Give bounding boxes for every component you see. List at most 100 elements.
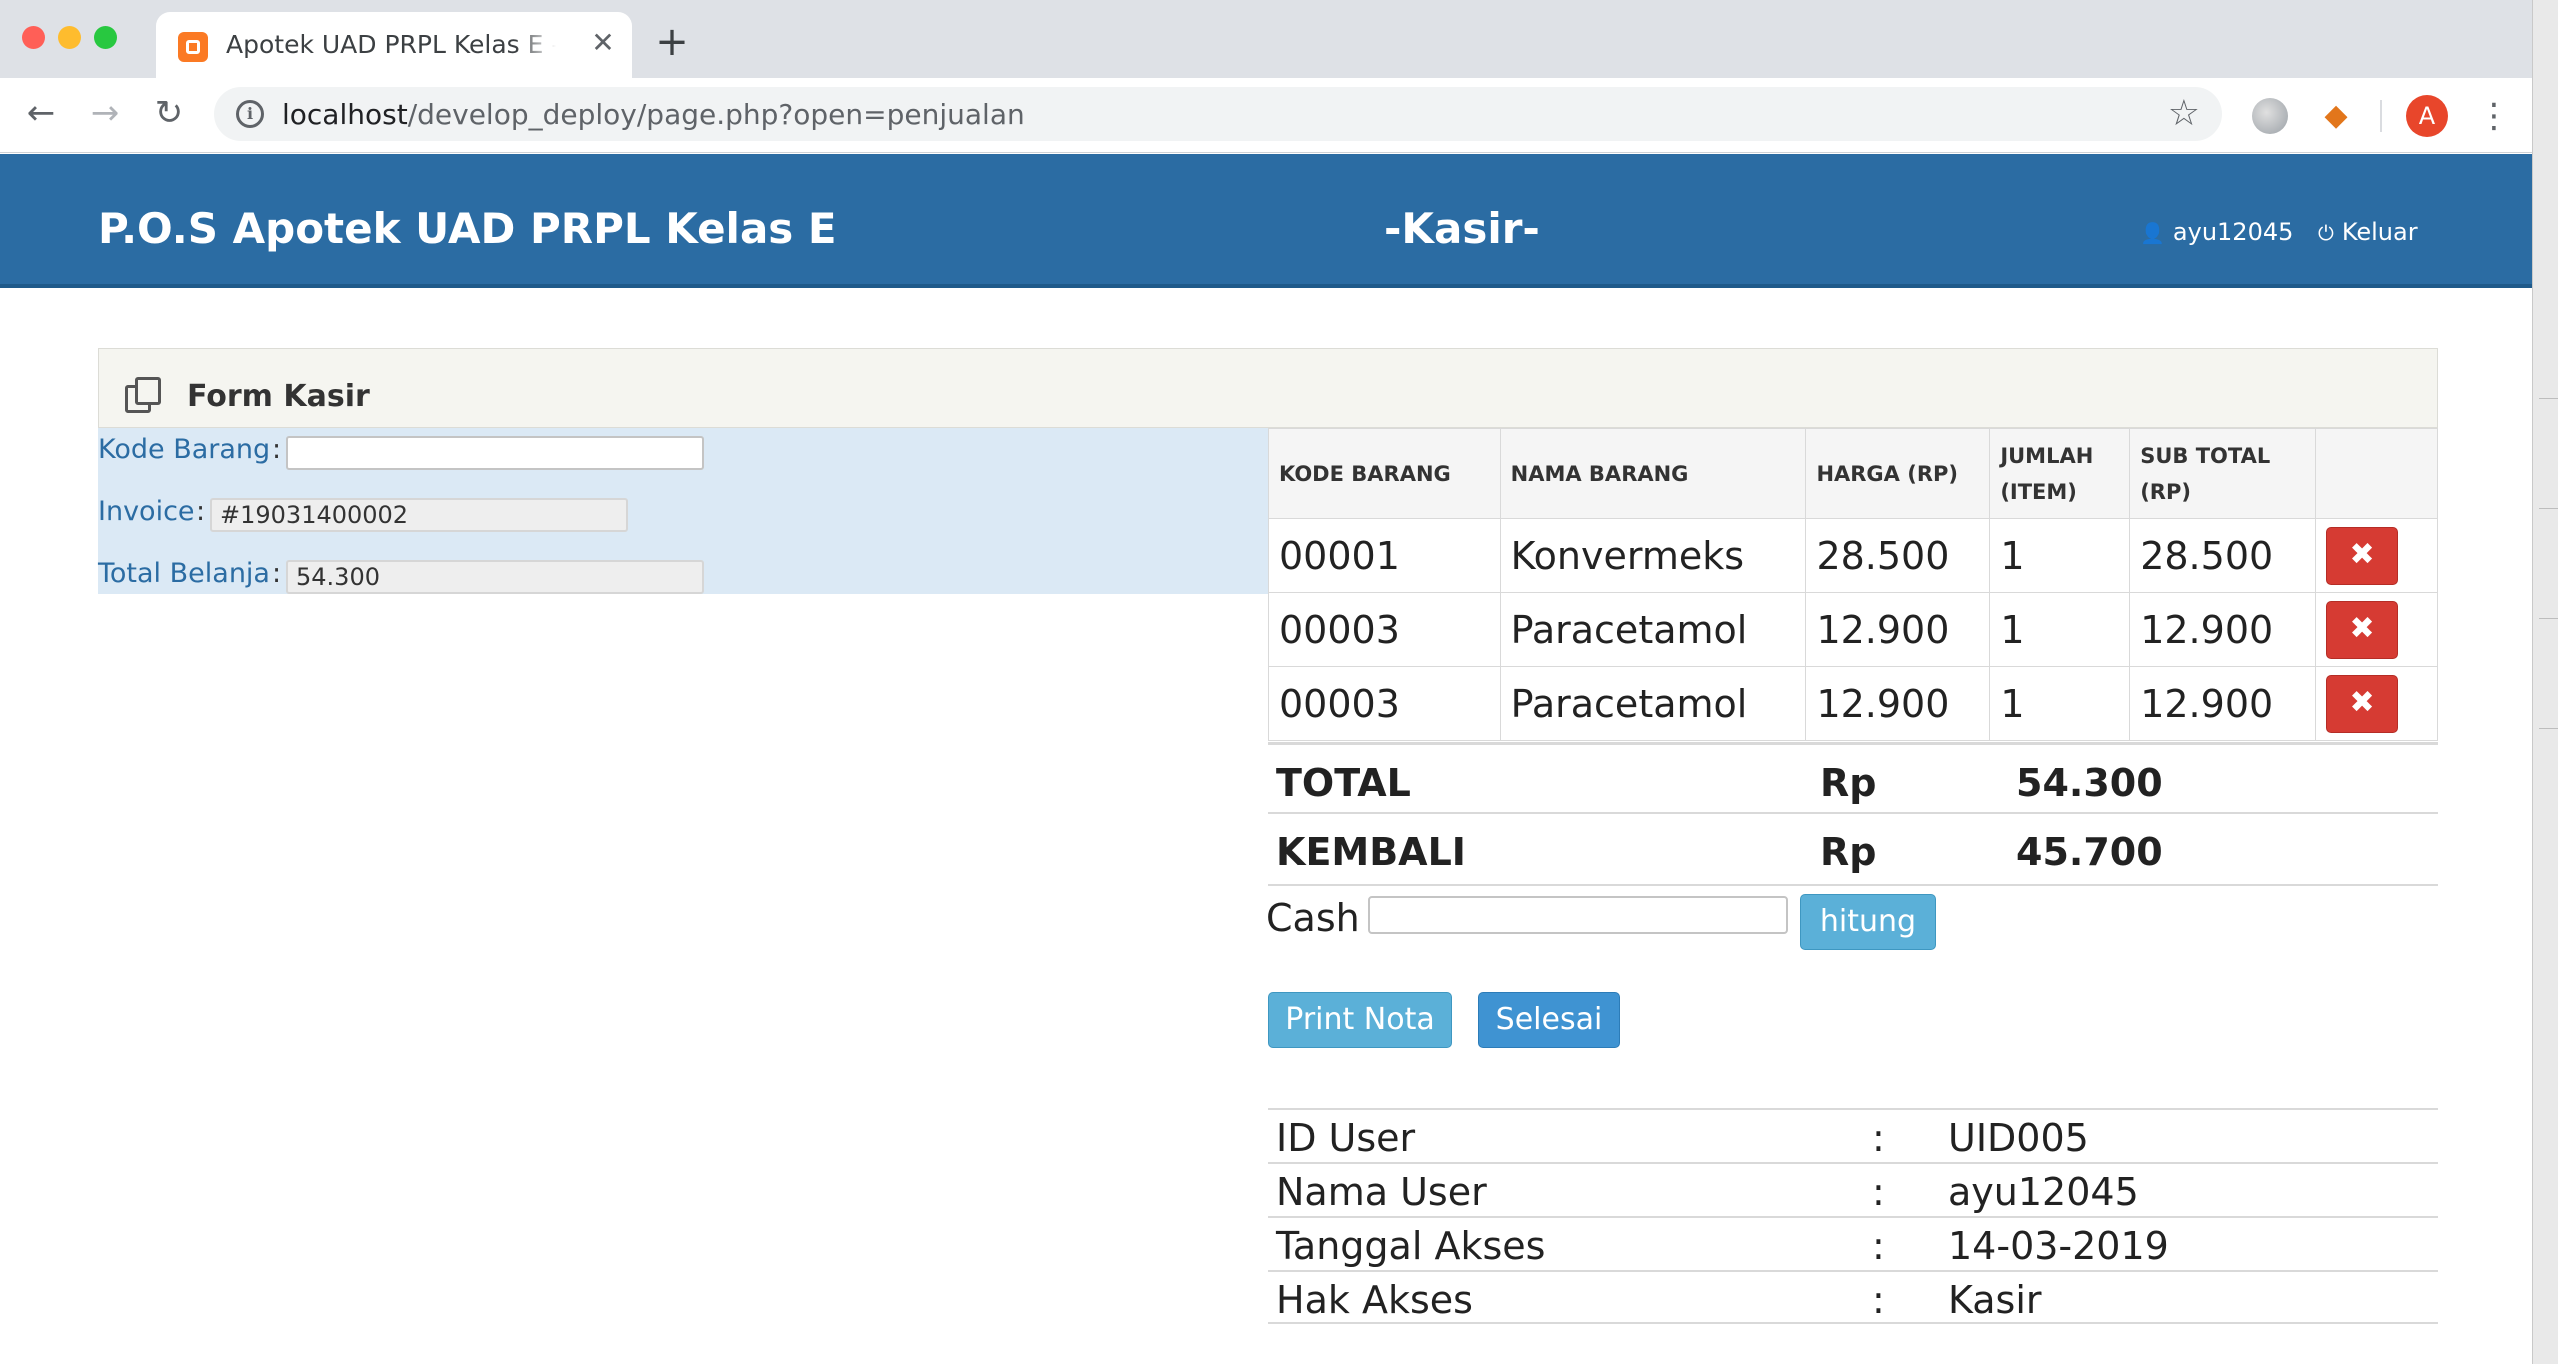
selesai-button[interactable]: Selesai [1478, 992, 1620, 1048]
globe-extension-icon[interactable] [2252, 98, 2288, 134]
info-key: Hak Akses [1276, 1278, 1473, 1322]
desktop-background-strip [2532, 0, 2558, 1364]
profile-avatar[interactable]: A [2406, 95, 2448, 137]
cell-kode: 00001 [1268, 518, 1501, 593]
bookmark-star-icon[interactable]: ☆ [2168, 93, 2200, 134]
toolbar-divider [2380, 100, 2382, 132]
total-belanja-field[interactable] [286, 560, 704, 594]
cashier-form: Kode Barang : Invoice : Total Belanja : [98, 428, 1268, 594]
browser-menu-icon[interactable]: ⋮ [2474, 92, 2514, 140]
column-header-harga: HARGA (RP) [1805, 428, 1991, 519]
cash-input[interactable] [1368, 896, 1788, 934]
kode-barang-label: Kode Barang [98, 434, 271, 465]
total-belanja-label: Total Belanja [98, 558, 270, 589]
table-row: 00003 Paracetamol 12.900 1 12.900 ✖ [1268, 592, 2438, 667]
invoice-field[interactable] [210, 498, 628, 532]
cell-subtotal: 12.900 [2129, 666, 2317, 741]
tab-strip: Apotek UAD PRPL Kelas E - POS ✕ + [0, 0, 2532, 78]
column-header-nama: NAMA BARANG [1499, 428, 1807, 519]
tab-close-icon[interactable]: ✕ [586, 26, 620, 60]
cell-action: ✖ [2315, 666, 2438, 741]
kembali-currency: Rp [1820, 830, 1877, 874]
panel-heading: Form Kasir [98, 348, 2438, 428]
total-currency: Rp [1820, 761, 1877, 805]
maximize-window-button[interactable] [94, 26, 117, 49]
close-window-button[interactable] [22, 26, 45, 49]
username-label: ayu12045 [2172, 218, 2294, 246]
items-table: KODE BARANG NAMA BARANG HARGA (RP) JUMLA… [1268, 428, 2438, 741]
cell-nama: Paracetamol [1499, 666, 1807, 741]
back-arrow-icon[interactable]: ← [18, 90, 64, 136]
new-tab-button[interactable]: + [652, 22, 692, 62]
user-icon: 👤 [2140, 221, 2165, 245]
browser-toolbar: ← → ↻ i localhost/develop_deploy/page.ph… [0, 78, 2532, 153]
info-key: Tanggal Akses [1276, 1224, 1546, 1268]
site-info-icon[interactable]: i [236, 100, 264, 128]
tab-title: Apotek UAD PRPL Kelas E - POS [226, 30, 556, 59]
total-value: 54.300 [2016, 761, 2163, 805]
info-colon: : [1872, 1116, 1885, 1160]
url-host: localhost [282, 98, 408, 131]
kode-barang-input[interactable] [286, 436, 704, 470]
browser-chrome: Apotek UAD PRPL Kelas E - POS ✕ + ← → ↻ … [0, 0, 2532, 153]
kembali-label: KEMBALI [1276, 830, 1466, 874]
table-row: 00003 Paracetamol 12.900 1 12.900 ✖ [1268, 666, 2438, 741]
cell-harga: 12.900 [1805, 592, 1991, 667]
info-row-nama-user: Nama User : ayu12045 [1268, 1162, 2438, 1216]
cell-jumlah: 1 [1989, 666, 2131, 741]
column-header-kode: KODE BARANG [1268, 428, 1501, 519]
logout-label: Keluar [2341, 218, 2418, 246]
info-value: Kasir [1948, 1278, 2042, 1322]
cell-jumlah: 1 [1989, 518, 2131, 593]
reload-icon[interactable]: ↻ [146, 90, 192, 136]
user-menu-link[interactable]: 👤 ayu12045 [2140, 218, 2293, 246]
info-colon: : [1872, 1278, 1885, 1322]
hitung-button[interactable]: hitung [1800, 894, 1936, 950]
app-header: P.O.S Apotek UAD PRPL Kelas E -Kasir- 👤 a… [0, 154, 2532, 288]
invoice-colon: : [196, 496, 206, 527]
panel-title: Form Kasir [187, 379, 370, 414]
xampp-favicon-icon [178, 32, 208, 62]
cash-label: Cash [1266, 896, 1360, 940]
cell-nama: Konvermeks [1499, 518, 1807, 593]
delete-item-button[interactable]: ✖ [2326, 674, 2399, 733]
address-bar[interactable]: i localhost/develop_deploy/page.php?open… [214, 87, 2222, 141]
cell-kode: 00003 [1268, 666, 1501, 741]
cell-subtotal: 28.500 [2129, 518, 2317, 593]
url-path: /develop_deploy/page.php?open=penjualan [407, 98, 1025, 131]
invoice-label: Invoice [98, 496, 195, 527]
table-row: 00001 Konvermeks 28.500 1 28.500 ✖ [1268, 518, 2438, 593]
power-icon: ⏻ [2318, 221, 2334, 245]
browser-tab[interactable]: Apotek UAD PRPL Kelas E - POS ✕ [156, 12, 632, 78]
delete-item-button[interactable]: ✖ [2326, 600, 2399, 659]
delete-item-button[interactable]: ✖ [2326, 526, 2399, 585]
info-value: 14-03-2019 [1948, 1224, 2169, 1268]
info-key: Nama User [1276, 1170, 1487, 1214]
minimize-window-button[interactable] [58, 26, 81, 49]
app-brand-title[interactable]: P.O.S Apotek UAD PRPL Kelas E [98, 204, 837, 253]
cell-harga: 12.900 [1805, 666, 1991, 741]
column-header-action [2315, 428, 2438, 519]
info-colon: : [1872, 1224, 1885, 1268]
total-row: TOTAL Rp 54.300 [1268, 742, 2438, 814]
info-key: ID User [1276, 1116, 1416, 1160]
copy-icon [125, 377, 161, 413]
logout-link[interactable]: ⏻ Keluar [2318, 218, 2418, 246]
print-nota-button[interactable]: Print Nota [1268, 992, 1452, 1048]
info-value: UID005 [1948, 1116, 2089, 1160]
url-text[interactable]: localhost/develop_deploy/page.php?open=p… [282, 98, 1025, 131]
kembali-row: KEMBALI Rp 45.700 [1268, 814, 2438, 886]
total-belanja-colon: : [272, 558, 282, 589]
column-header-jumlah: JUMLAH (ITEM) [1989, 428, 2131, 519]
info-colon: : [1872, 1170, 1885, 1214]
kode-barang-colon: : [272, 434, 282, 465]
forward-arrow-icon[interactable]: → [82, 90, 128, 136]
info-row-tanggal-akses: Tanggal Akses : 14-03-2019 [1268, 1216, 2438, 1270]
cell-jumlah: 1 [1989, 592, 2131, 667]
info-row-id-user: ID User : UID005 [1268, 1108, 2438, 1162]
kembali-value: 45.700 [2016, 830, 2163, 874]
cell-action: ✖ [2315, 518, 2438, 593]
cell-action: ✖ [2315, 592, 2438, 667]
cell-kode: 00003 [1268, 592, 1501, 667]
metamask-fox-icon[interactable]: ◆ [2318, 98, 2354, 134]
